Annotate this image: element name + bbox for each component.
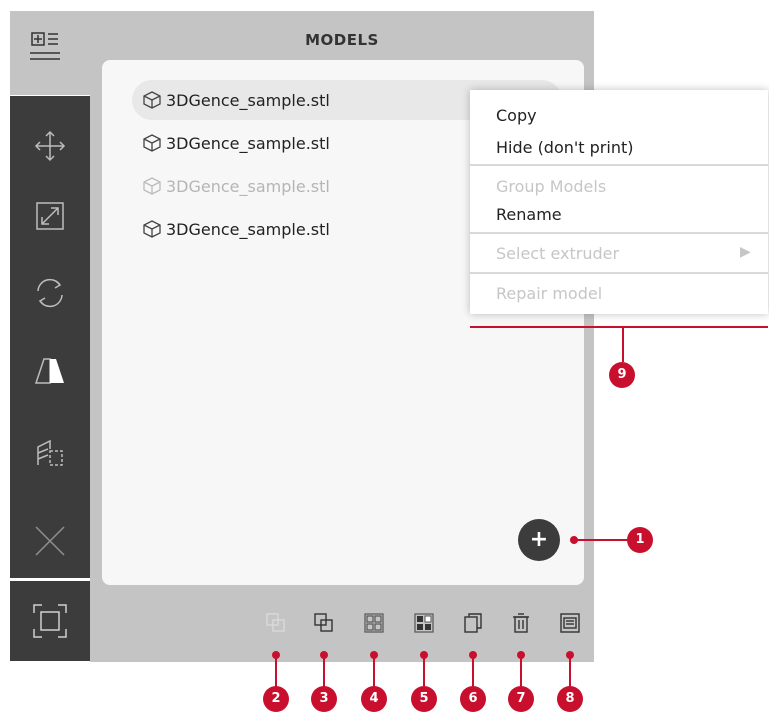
support-tool-button[interactable] (10, 418, 90, 488)
scale-icon (36, 202, 64, 230)
model-name: 3DGence_sample.stl (166, 133, 330, 153)
cube-icon (143, 91, 161, 109)
trash-icon[interactable] (510, 612, 532, 634)
menu-item-select-extruder[interactable]: Select extruder (496, 244, 619, 263)
cross-icon (35, 526, 65, 556)
callout-badge-3: 3 (311, 686, 337, 712)
list-view-icon (30, 32, 60, 60)
mirror-icon (34, 358, 64, 384)
callout-badge-4: 4 (361, 686, 387, 712)
move-icon (34, 130, 66, 162)
support-icon (37, 439, 63, 466)
select-all-icon[interactable] (413, 612, 435, 634)
fit-view-icon (33, 604, 67, 638)
fit-view-button[interactable] (10, 581, 90, 661)
submenu-arrow-icon: ▶ (740, 244, 751, 260)
callout-badge-7: 7 (508, 686, 534, 712)
layout-toggle-button[interactable] (10, 11, 90, 95)
callout-badge-1: 1 (627, 527, 653, 553)
menu-separator (470, 232, 768, 234)
callout-badge-9: 9 (609, 362, 635, 388)
callout-badge-6: 6 (460, 686, 486, 712)
cube-icon (143, 220, 161, 238)
move-tool-button[interactable] (10, 111, 90, 181)
add-model-button[interactable]: + (518, 519, 560, 561)
menu-item-hide[interactable]: Hide (don't print) (496, 138, 633, 157)
arrange-grid-icon[interactable] (363, 612, 385, 634)
save-icon[interactable] (559, 612, 581, 634)
callout-badge-8: 8 (557, 686, 583, 712)
ungroup-icon[interactable] (313, 612, 335, 634)
menu-separator (470, 272, 768, 274)
menu-item-group-models[interactable]: Group Models (496, 177, 606, 196)
cube-icon (143, 134, 161, 152)
menu-item-copy[interactable]: Copy (496, 106, 537, 125)
duplicate-icon[interactable] (462, 612, 484, 634)
callout-line (574, 539, 628, 541)
cut-tool-button[interactable] (10, 506, 90, 576)
scale-tool-button[interactable] (10, 181, 90, 251)
menu-item-rename[interactable]: Rename (496, 205, 562, 224)
model-name: 3DGence_sample.stl (166, 176, 330, 196)
panel-title: MODELS (305, 31, 379, 49)
callout-line (622, 326, 624, 362)
callout-badge-5: 5 (411, 686, 437, 712)
rotate-icon (37, 278, 63, 308)
menu-separator (470, 164, 768, 166)
callout-badge-2: 2 (263, 686, 289, 712)
mirror-tool-button[interactable] (10, 336, 90, 406)
group-icon[interactable] (265, 612, 287, 634)
model-name: 3DGence_sample.stl (166, 90, 330, 110)
model-name: 3DGence_sample.stl (166, 219, 330, 239)
callout-line (470, 326, 768, 328)
rotate-tool-button[interactable] (10, 258, 90, 328)
cube-icon (143, 177, 161, 195)
menu-item-repair-model[interactable]: Repair model (496, 284, 602, 303)
